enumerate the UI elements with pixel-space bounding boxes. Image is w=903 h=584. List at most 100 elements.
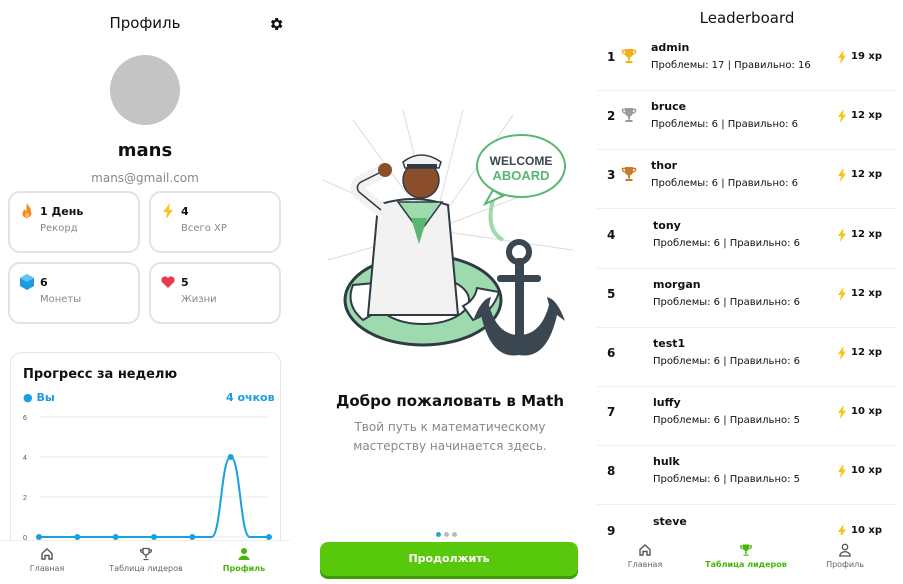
trophy-icon <box>621 167 637 182</box>
person-icon <box>839 543 851 557</box>
lightning-icon <box>838 286 846 301</box>
y-tick-label: 4 <box>23 455 27 462</box>
nav-home[interactable]: Главная <box>28 547 66 573</box>
legend-label: Вы <box>36 391 55 404</box>
trophy-icon <box>739 544 753 556</box>
stat-value: 4 <box>181 205 189 218</box>
stat-card-coins: 6 Монеты <box>8 262 140 324</box>
y-tick-label: 6 <box>23 415 27 422</box>
nav-leaderboard[interactable]: Таблица лидеров <box>697 543 795 569</box>
weekly-progress-card: Прогресс за неделю ● Вы 4 очков 0246СБСБ… <box>10 352 281 552</box>
player-xp: 10 хр <box>851 406 883 418</box>
player-xp: 10 хр <box>851 524 883 536</box>
leaderboard-row[interactable]: 5 morgan Проблемы: 6 | Правильно: 6 12 хр <box>597 269 897 328</box>
stat-card-xp: 4 Всего XP <box>149 191 281 253</box>
nav-label: Таблица лидеров <box>109 564 183 573</box>
leaderboard-row[interactable]: 4 tony Проблемы: 6 | Правильно: 6 12 хр <box>597 210 897 269</box>
gear-icon[interactable] <box>268 16 284 32</box>
player-stats: Проблемы: 6 | Правильно: 6 <box>651 119 799 131</box>
nav-profile[interactable]: Профиль <box>218 547 270 573</box>
rank-number: 4 <box>607 227 616 242</box>
player-name: tony <box>653 218 681 232</box>
weekly-progress-chart: 0246СБСБВСВСПНПНВТВТСРСРЧТЧТПТ <box>23 415 273 549</box>
stat-label: Монеты <box>40 294 82 305</box>
trophy-icon <box>621 108 637 123</box>
player-xp: 12 хр <box>851 347 883 358</box>
player-name: bruce <box>651 100 687 114</box>
player-xp: 12 хр <box>851 228 883 240</box>
welcome-screen: WELCOME ABOARD Добро пожаловать в Math Т… <box>305 0 595 584</box>
rank-number: 2 <box>607 109 616 124</box>
nav-label: Профиль <box>826 560 864 569</box>
page-dot-active <box>436 532 441 537</box>
leaderboard-row[interactable]: 2 bruce Проблемы: 6 | Правильно: 6 12 хр <box>597 91 897 151</box>
data-point <box>227 454 234 460</box>
lightning-icon <box>838 168 846 183</box>
page-dot <box>452 532 457 537</box>
rank-number: 7 <box>607 405 616 420</box>
lightning-icon <box>838 227 846 242</box>
player-stats: Проблемы: 6 | Правильно: 5 <box>653 415 801 427</box>
bottom-navigation: Главная Таблица лидеров Профиль <box>0 540 290 584</box>
user-email: mans@gmail.com <box>91 171 199 185</box>
home-icon <box>41 548 53 560</box>
welcome-badge-line2: ABOARD <box>492 168 549 183</box>
gem-icon <box>20 274 34 290</box>
stat-label: Всего XP <box>181 223 227 234</box>
nav-home[interactable]: Главная <box>625 543 665 569</box>
rank-number: 6 <box>607 346 616 360</box>
stat-value: 5 <box>181 276 189 289</box>
page-title: Профиль <box>109 14 181 32</box>
nav-leaderboard[interactable]: Таблица лидеров <box>104 547 188 573</box>
player-xp: 12 хр <box>851 169 883 181</box>
player-xp: 19 хр <box>851 51 883 62</box>
trophy-icon <box>139 547 153 561</box>
welcome-subtitle: Твой путь к математическому мастерству н… <box>353 420 547 453</box>
nav-label: Главная <box>29 564 65 573</box>
avatar[interactable] <box>110 55 180 125</box>
player-name: hulk <box>653 455 680 469</box>
player-xp: 12 хр <box>851 110 883 122</box>
nav-label: Главная <box>627 560 663 569</box>
player-stats: Проблемы: 6 | Правильно: 6 <box>651 178 799 190</box>
stat-card-streak: 1 День Рекорд <box>8 191 140 253</box>
player-stats: Проблемы: 17 | Правильно: 16 <box>651 60 811 71</box>
lightning-icon <box>163 203 173 219</box>
lightning-icon <box>838 50 846 64</box>
player-name: steve <box>653 514 687 528</box>
page-dot <box>444 532 449 537</box>
player-name: thor <box>651 159 678 173</box>
rank-number: 8 <box>607 464 616 479</box>
leaderboard-screen: Leaderboard 1 admin Проблемы: 17 | Правиль… <box>597 0 903 584</box>
chart-legend: ● Вы <box>23 391 55 404</box>
player-name: test1 <box>653 337 686 350</box>
lightning-icon <box>838 464 846 479</box>
person-icon <box>238 548 250 560</box>
player-stats: Проблемы: 6 | Правильно: 6 <box>653 296 801 308</box>
page-title: Leaderboard <box>699 9 795 27</box>
player-stats: Проблемы: 6 | Правильно: 6 <box>653 237 801 249</box>
player-name: luffy <box>653 396 681 410</box>
leaderboard-row[interactable]: 8 hulk Проблемы: 6 | Правильно: 5 10 хр <box>597 446 897 506</box>
y-tick-label: 2 <box>23 495 27 502</box>
player-xp: 10 хр <box>851 465 883 477</box>
rank-number: 5 <box>607 286 616 301</box>
weekly-points: 4 очков <box>226 391 275 404</box>
player-name: admin <box>651 41 690 54</box>
leaderboard-row[interactable]: 6 test1 Проблемы: 6 | Правильно: 6 12 хр <box>597 328 897 387</box>
stat-label: Жизни <box>181 294 217 305</box>
nav-label: Таблица лидеров <box>705 560 787 569</box>
heart-icon <box>161 276 175 288</box>
rank-number: 3 <box>607 168 616 183</box>
username: mans <box>117 140 173 161</box>
continue-button[interactable]: Продолжить <box>320 542 578 576</box>
leaderboard-row[interactable]: 3 thor Проблемы: 6 | Правильно: 6 12 хр <box>597 150 897 210</box>
welcome-title: Добро пожаловать в Math <box>335 392 565 410</box>
home-icon <box>639 544 651 556</box>
lightning-icon <box>838 405 846 420</box>
nav-profile[interactable]: Профиль <box>821 543 869 569</box>
leaderboard-row[interactable]: 1 admin Проблемы: 17 | Правильно: 16 19 хр <box>597 32 897 91</box>
page-indicator <box>436 522 460 541</box>
stat-card-lives: 5 Жизни <box>149 262 281 324</box>
leaderboard-row[interactable]: 7 luffy Проблемы: 6 | Правильно: 5 10 хр <box>597 387 897 447</box>
